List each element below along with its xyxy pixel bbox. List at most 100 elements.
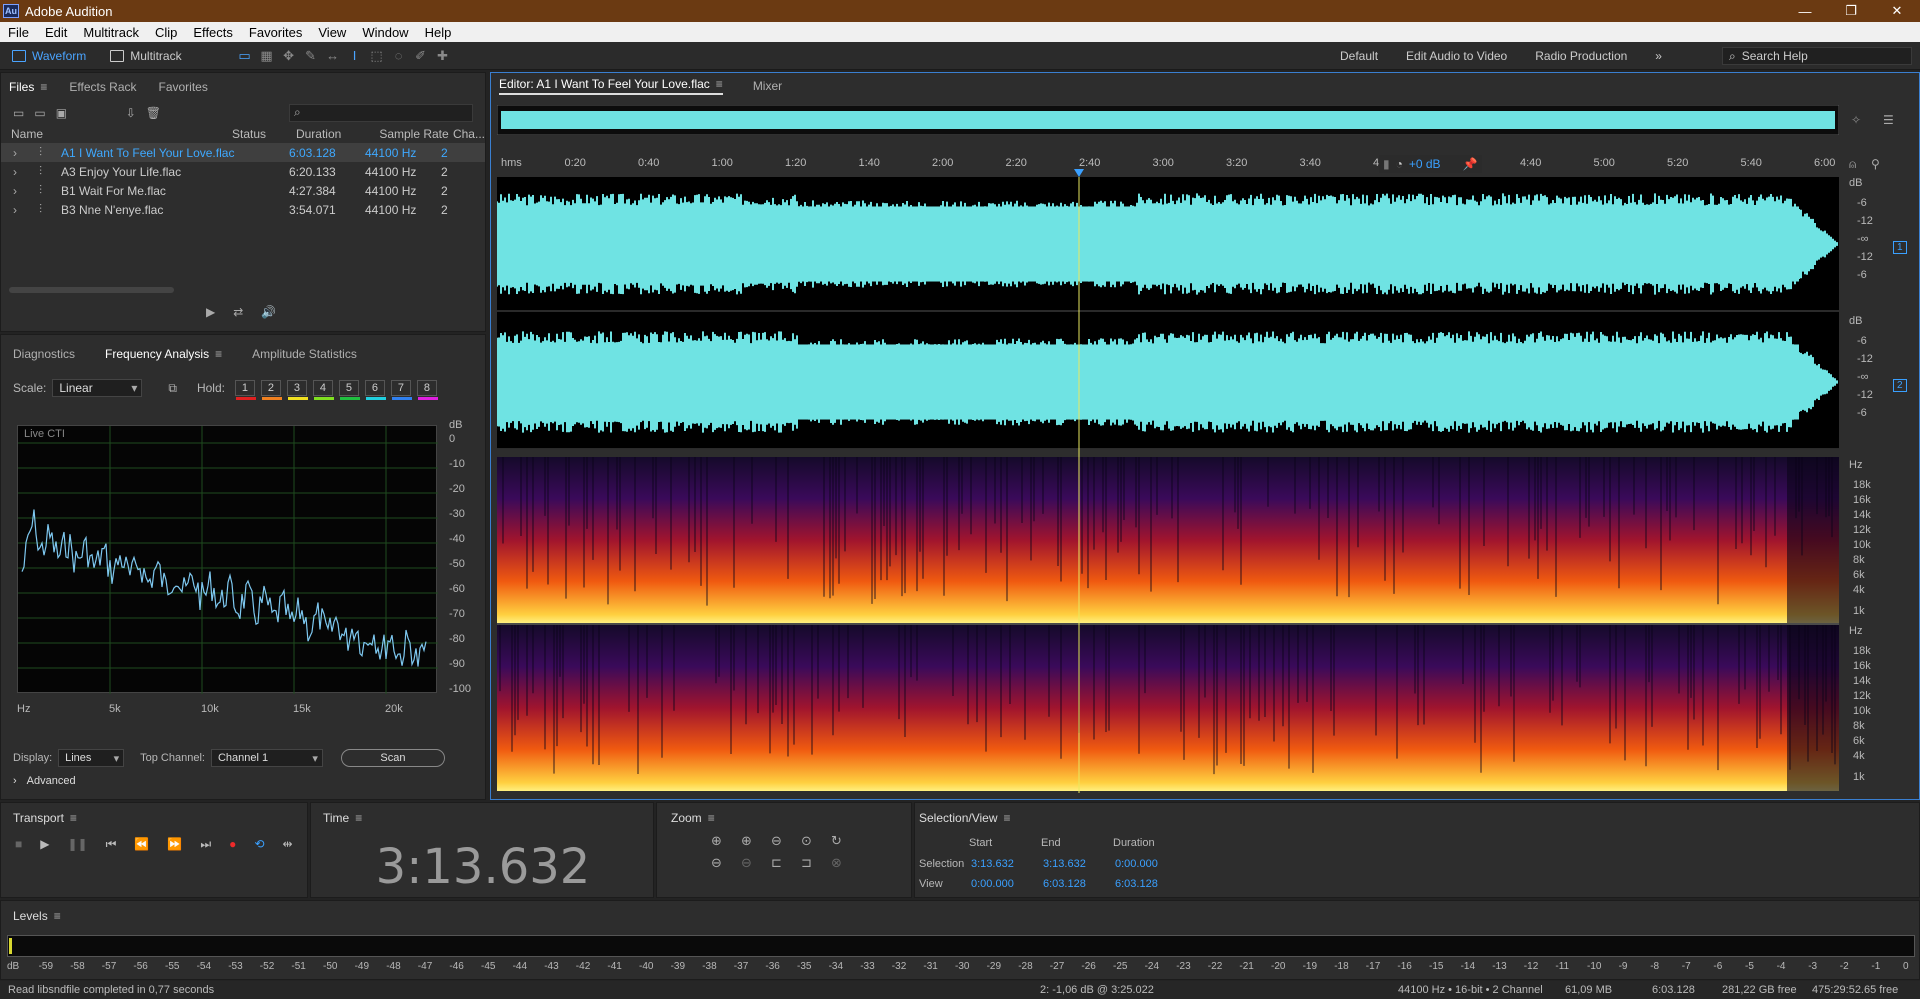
move-to-end-icon[interactable]: ⏭ (200, 837, 211, 852)
razor-tool-icon[interactable]: ✎ (300, 45, 322, 67)
lasso-tool-icon[interactable]: ◌ (388, 45, 410, 67)
menu-clip[interactable]: Clip (147, 25, 185, 40)
menu-edit[interactable]: Edit (37, 25, 75, 40)
zoom-out-amplitude-icon[interactable]: ⊖ (711, 855, 741, 871)
scan-button[interactable]: Scan (340, 749, 445, 767)
workspace-radio-production[interactable]: Radio Production (1535, 49, 1627, 63)
stop-icon[interactable]: ■ (15, 837, 22, 851)
selection-duration[interactable]: 0:00.000 (1115, 858, 1158, 870)
move-to-start-icon[interactable]: ⏮ (106, 837, 117, 852)
col-status[interactable]: Status (232, 127, 296, 141)
col-channels[interactable]: Cha... (453, 127, 485, 141)
minimize-icon[interactable]: — (1782, 0, 1828, 22)
selection-start[interactable]: 3:13.632 (971, 858, 1043, 870)
chevron-right-icon[interactable]: › (1, 184, 17, 198)
play-icon[interactable]: ▶ (40, 837, 49, 851)
hold-button-4[interactable]: 4 (312, 380, 334, 400)
tab-mixer[interactable]: Mixer (753, 79, 782, 93)
marker-icon[interactable]: ⚲ (1871, 157, 1880, 171)
hold-button-5[interactable]: 5 (338, 380, 360, 400)
overview-menu-icon[interactable]: ☰ (1883, 113, 1894, 127)
file-row[interactable]: › ⫶ A3 Enjoy Your Life.flac 6:20.133 441… (1, 162, 485, 181)
workspace-default[interactable]: Default (1340, 49, 1378, 63)
file-row[interactable]: › ⫶ B1 Wait For Me.flac 4:27.384 44100 H… (1, 181, 485, 200)
zoom-right-edge-icon[interactable]: ⊐ (801, 855, 831, 871)
channel-2-toggle[interactable]: 2 (1893, 379, 1907, 392)
tab-diagnostics[interactable]: Diagnostics (13, 347, 75, 361)
menu-multitrack[interactable]: Multitrack (75, 25, 147, 40)
files-search-input[interactable]: ⌕ (289, 104, 473, 122)
hold-button-2[interactable]: 2 (260, 380, 282, 400)
close-icon[interactable]: ✕ (1874, 0, 1920, 22)
menu-favorites[interactable]: Favorites (241, 25, 310, 40)
record-icon[interactable]: ● (229, 837, 236, 851)
current-time-display[interactable]: 3:13.632 (311, 839, 655, 895)
fast-forward-icon[interactable]: ⏩ (167, 837, 182, 851)
view-start[interactable]: 0:00.000 (971, 878, 1043, 890)
delete-file-icon[interactable]: 🗑 (146, 106, 161, 120)
metronome-icon[interactable]: ⍝ (1849, 157, 1856, 172)
time-selection-tool-icon[interactable]: I (344, 45, 366, 67)
loop-preview-icon[interactable]: ⇄ (233, 305, 243, 319)
new-file-icon[interactable]: ▣ (56, 106, 67, 120)
play-preview-icon[interactable]: ▶ (206, 305, 215, 319)
zoom-selection-icon[interactable]: ⊙ (801, 833, 831, 849)
multitrack-mode-button[interactable]: Multitrack (98, 45, 193, 67)
pause-icon[interactable]: ❚❚ (67, 837, 87, 851)
playhead-indicator[interactable] (497, 169, 1839, 793)
top-channel-dropdown[interactable]: Channel 1 (210, 749, 323, 767)
files-scrollbar[interactable] (9, 287, 174, 293)
rewind-icon[interactable]: ⏪ (134, 837, 149, 851)
import-file-icon[interactable]: ▭ (34, 106, 45, 120)
zoom-out-full-icon[interactable]: ⊖ (771, 833, 801, 849)
tab-frequency-analysis[interactable]: Frequency Analysis ≡ (105, 347, 222, 361)
scale-dropdown[interactable]: Linear (52, 379, 143, 397)
tab-amplitude-statistics[interactable]: Amplitude Statistics (252, 347, 357, 361)
zoom-reset-icon-2[interactable]: ⊗ (831, 855, 861, 871)
hold-button-8[interactable]: 8 (416, 380, 438, 400)
chevron-right-icon[interactable]: › (1, 165, 17, 179)
zoom-in-amplitude-icon[interactable]: ⊕ (711, 833, 741, 849)
menu-view[interactable]: View (310, 25, 354, 40)
open-file-icon[interactable]: ▭ (13, 106, 24, 120)
menu-window[interactable]: Window (354, 25, 416, 40)
brush-tool-icon[interactable]: ✐ (410, 45, 432, 67)
more-workspaces-icon[interactable]: » (1655, 49, 1662, 63)
waveform-view-icon[interactable]: ▭ (234, 45, 256, 67)
col-sample-rate[interactable]: Sample Rate (379, 127, 453, 141)
auto-play-icon[interactable]: 🔊 (261, 305, 276, 319)
view-duration[interactable]: 6:03.128 (1115, 878, 1158, 890)
zoom-reset-icon[interactable]: ✧ (1851, 113, 1861, 127)
workspace-edit-audio-to-video[interactable]: Edit Audio to Video (1406, 49, 1507, 63)
tab-files[interactable]: Files ≡ (9, 80, 47, 94)
spectral-view-icon[interactable]: ▦ (256, 45, 278, 67)
move-tool-icon[interactable]: ✥ (278, 45, 300, 67)
chevron-right-icon[interactable]: › (1, 146, 17, 160)
skip-selection-icon[interactable]: ⇹ (282, 837, 292, 851)
tab-editor[interactable]: Editor: A1 I Want To Feel Your Love.flac… (499, 77, 723, 95)
col-duration[interactable]: Duration (296, 127, 379, 141)
col-name[interactable]: Name (11, 127, 232, 141)
display-dropdown[interactable]: Lines (58, 749, 125, 767)
file-row[interactable]: › ⫶ B3 Nne N'enye.flac 3:54.071 44100 Hz… (1, 200, 485, 219)
zoom-in-time-icon[interactable]: ⊕ (741, 833, 771, 849)
menu-help[interactable]: Help (417, 25, 460, 40)
insert-into-multitrack-icon[interactable]: ⇩ (126, 106, 136, 120)
search-help-input[interactable]: ⌕ Search Help (1722, 47, 1912, 65)
hold-button-6[interactable]: 6 (364, 380, 386, 400)
hold-button-1[interactable]: 1 (234, 380, 256, 400)
snapshot-icon[interactable]: ⧉ (168, 381, 177, 396)
loop-playback-icon[interactable]: ⟲ (254, 837, 264, 851)
marquee-tool-icon[interactable]: ⬚ (366, 45, 388, 67)
spot-healing-icon[interactable]: ✚ (432, 45, 454, 67)
menu-effects[interactable]: Effects (185, 25, 241, 40)
hold-button-7[interactable]: 7 (390, 380, 412, 400)
file-row[interactable]: › ⫶ A1 I Want To Feel Your Love.flac 6:0… (1, 143, 485, 162)
tab-effects-rack[interactable]: Effects Rack (69, 80, 136, 94)
view-end[interactable]: 6:03.128 (1043, 878, 1115, 890)
zoom-left-edge-icon[interactable]: ⊏ (771, 855, 801, 871)
waveform-mode-button[interactable]: Waveform (0, 45, 98, 67)
zoom-reset-history-icon[interactable]: ↻ (831, 833, 861, 849)
slip-tool-icon[interactable]: ↔ (322, 45, 344, 67)
zoom-out-time-icon[interactable]: ⊖ (741, 855, 771, 871)
